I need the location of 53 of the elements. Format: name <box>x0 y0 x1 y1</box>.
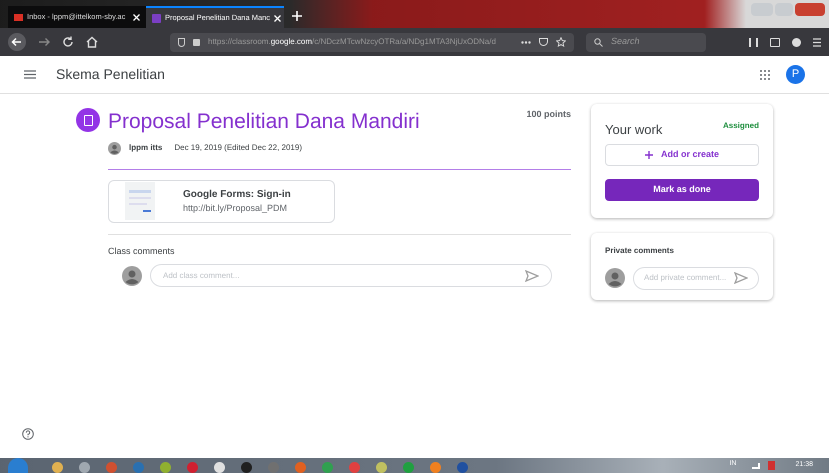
attachment-title: Google Forms: Sign-in <box>183 188 291 202</box>
taskbar-app-icon[interactable] <box>79 462 90 473</box>
forward-icon[interactable] <box>38 36 50 48</box>
post-date: Dec 19, 2019 (Edited Dec 22, 2019) <box>174 142 302 154</box>
more-icon[interactable] <box>521 40 531 44</box>
taskbar-app-icon[interactable] <box>457 462 468 473</box>
close-button[interactable] <box>795 3 825 16</box>
taskbar-app-icon[interactable] <box>430 462 441 473</box>
author-name: lppm itts <box>129 142 162 154</box>
user-avatar <box>605 268 625 288</box>
pocket-icon[interactable] <box>539 38 548 46</box>
close-icon[interactable] <box>274 14 282 22</box>
search-icon <box>594 38 603 46</box>
plus-icon <box>644 150 653 158</box>
assignment-title: Proposal Penelitian Dana Mandiri <box>108 109 420 135</box>
form-thumbnail <box>125 182 155 220</box>
taskbar-app-icon[interactable] <box>160 462 171 473</box>
help-icon[interactable] <box>22 428 34 440</box>
classroom-icon <box>152 14 161 22</box>
start-button[interactable] <box>8 458 28 473</box>
taskbar-app-icon[interactable] <box>214 462 225 473</box>
user-avatar <box>122 266 142 286</box>
assignment-icon <box>76 108 100 132</box>
reload-icon[interactable] <box>62 36 74 48</box>
taskbar-app-icon[interactable] <box>241 462 252 473</box>
mark-as-done-button[interactable]: Mark as done <box>605 178 759 200</box>
points-label: 100 points <box>526 108 571 121</box>
sidebar-icon[interactable] <box>770 38 780 46</box>
your-work-title: Your work <box>605 121 662 139</box>
add-or-create-button[interactable]: Add or create <box>605 144 759 166</box>
status-label: Assigned <box>722 120 759 132</box>
class-comments-label: Class comments <box>108 244 176 258</box>
address-bar[interactable]: https://classroom.google.com/c/NDczMTcwNzcyOTRa/a/NDg1MTA3NjUxODNa/d <box>170 32 574 52</box>
mail-icon <box>14 14 23 20</box>
star-icon[interactable] <box>556 37 566 47</box>
apps-grid-icon[interactable] <box>760 70 770 80</box>
send-icon[interactable] <box>525 270 539 282</box>
taskbar-app-icon[interactable] <box>376 462 387 473</box>
url-text: https://classroom.google.com/c/NDczMTcwNzcyOTRa/a/NDg1MTA3NjUxODNa/d <box>208 36 496 48</box>
attachment-card[interactable]: Google Forms: Sign-in http://bit.ly/Proposal_PDM <box>108 180 335 222</box>
close-icon[interactable] <box>133 14 140 20</box>
taskbar-app-icon[interactable] <box>52 462 63 473</box>
attachment-url: http://bit.ly/Proposal_PDM <box>183 202 288 215</box>
class-title[interactable]: Skema Penelitian <box>56 64 165 85</box>
send-icon[interactable] <box>734 272 748 284</box>
menu-icon[interactable] <box>24 70 36 79</box>
avatar[interactable]: P <box>786 65 805 84</box>
back-icon[interactable] <box>8 33 26 51</box>
new-tab-icon[interactable] <box>292 11 302 21</box>
author-avatar <box>108 142 121 154</box>
private-comments-label: Private comments <box>605 244 675 256</box>
shield-icon <box>178 38 185 46</box>
home-icon[interactable] <box>86 36 98 48</box>
